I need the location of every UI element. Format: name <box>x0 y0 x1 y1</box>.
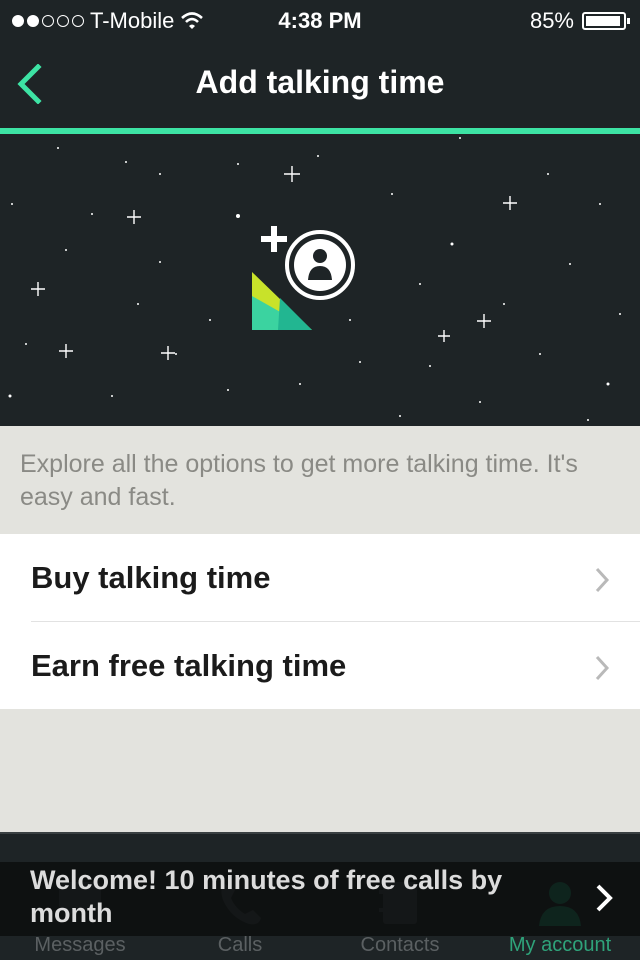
option-label: Earn free talking time <box>31 648 347 683</box>
banner-text: Welcome! 10 minutes of free calls by mon… <box>30 865 503 928</box>
chevron-right-icon <box>595 655 610 681</box>
page-title: Add talking time <box>195 64 445 100</box>
battery-percent: 85% <box>529 8 574 33</box>
status-right: 85% <box>529 8 630 34</box>
tab-label: Messages <box>34 934 126 956</box>
tab-label: Contacts <box>360 934 440 956</box>
hero-banner <box>0 134 640 426</box>
options-list: Buy talking time Earn free talking time <box>0 534 640 709</box>
welcome-promo-banner[interactable]: Welcome! 10 minutes of free calls by mon… <box>0 862 640 936</box>
chevron-right-icon <box>596 884 613 912</box>
navigation-bar: Add talking time <box>0 40 640 128</box>
battery-icon <box>582 12 630 30</box>
add-time-logo-icon <box>252 226 355 330</box>
chevron-right-icon <box>595 567 610 593</box>
tab-label: Calls <box>217 934 263 956</box>
option-label: Buy talking time <box>31 560 271 595</box>
intro-text: Explore all the options to get more talk… <box>20 450 578 511</box>
intro-section: Explore all the options to get more talk… <box>0 426 640 534</box>
status-bar: T-Mobile 4:38 PM 85% <box>0 0 640 40</box>
tab-label: My account <box>508 934 612 956</box>
earn-free-talking-time-row[interactable]: Earn free talking time <box>0 622 640 709</box>
buy-talking-time-row[interactable]: Buy talking time <box>0 534 640 622</box>
